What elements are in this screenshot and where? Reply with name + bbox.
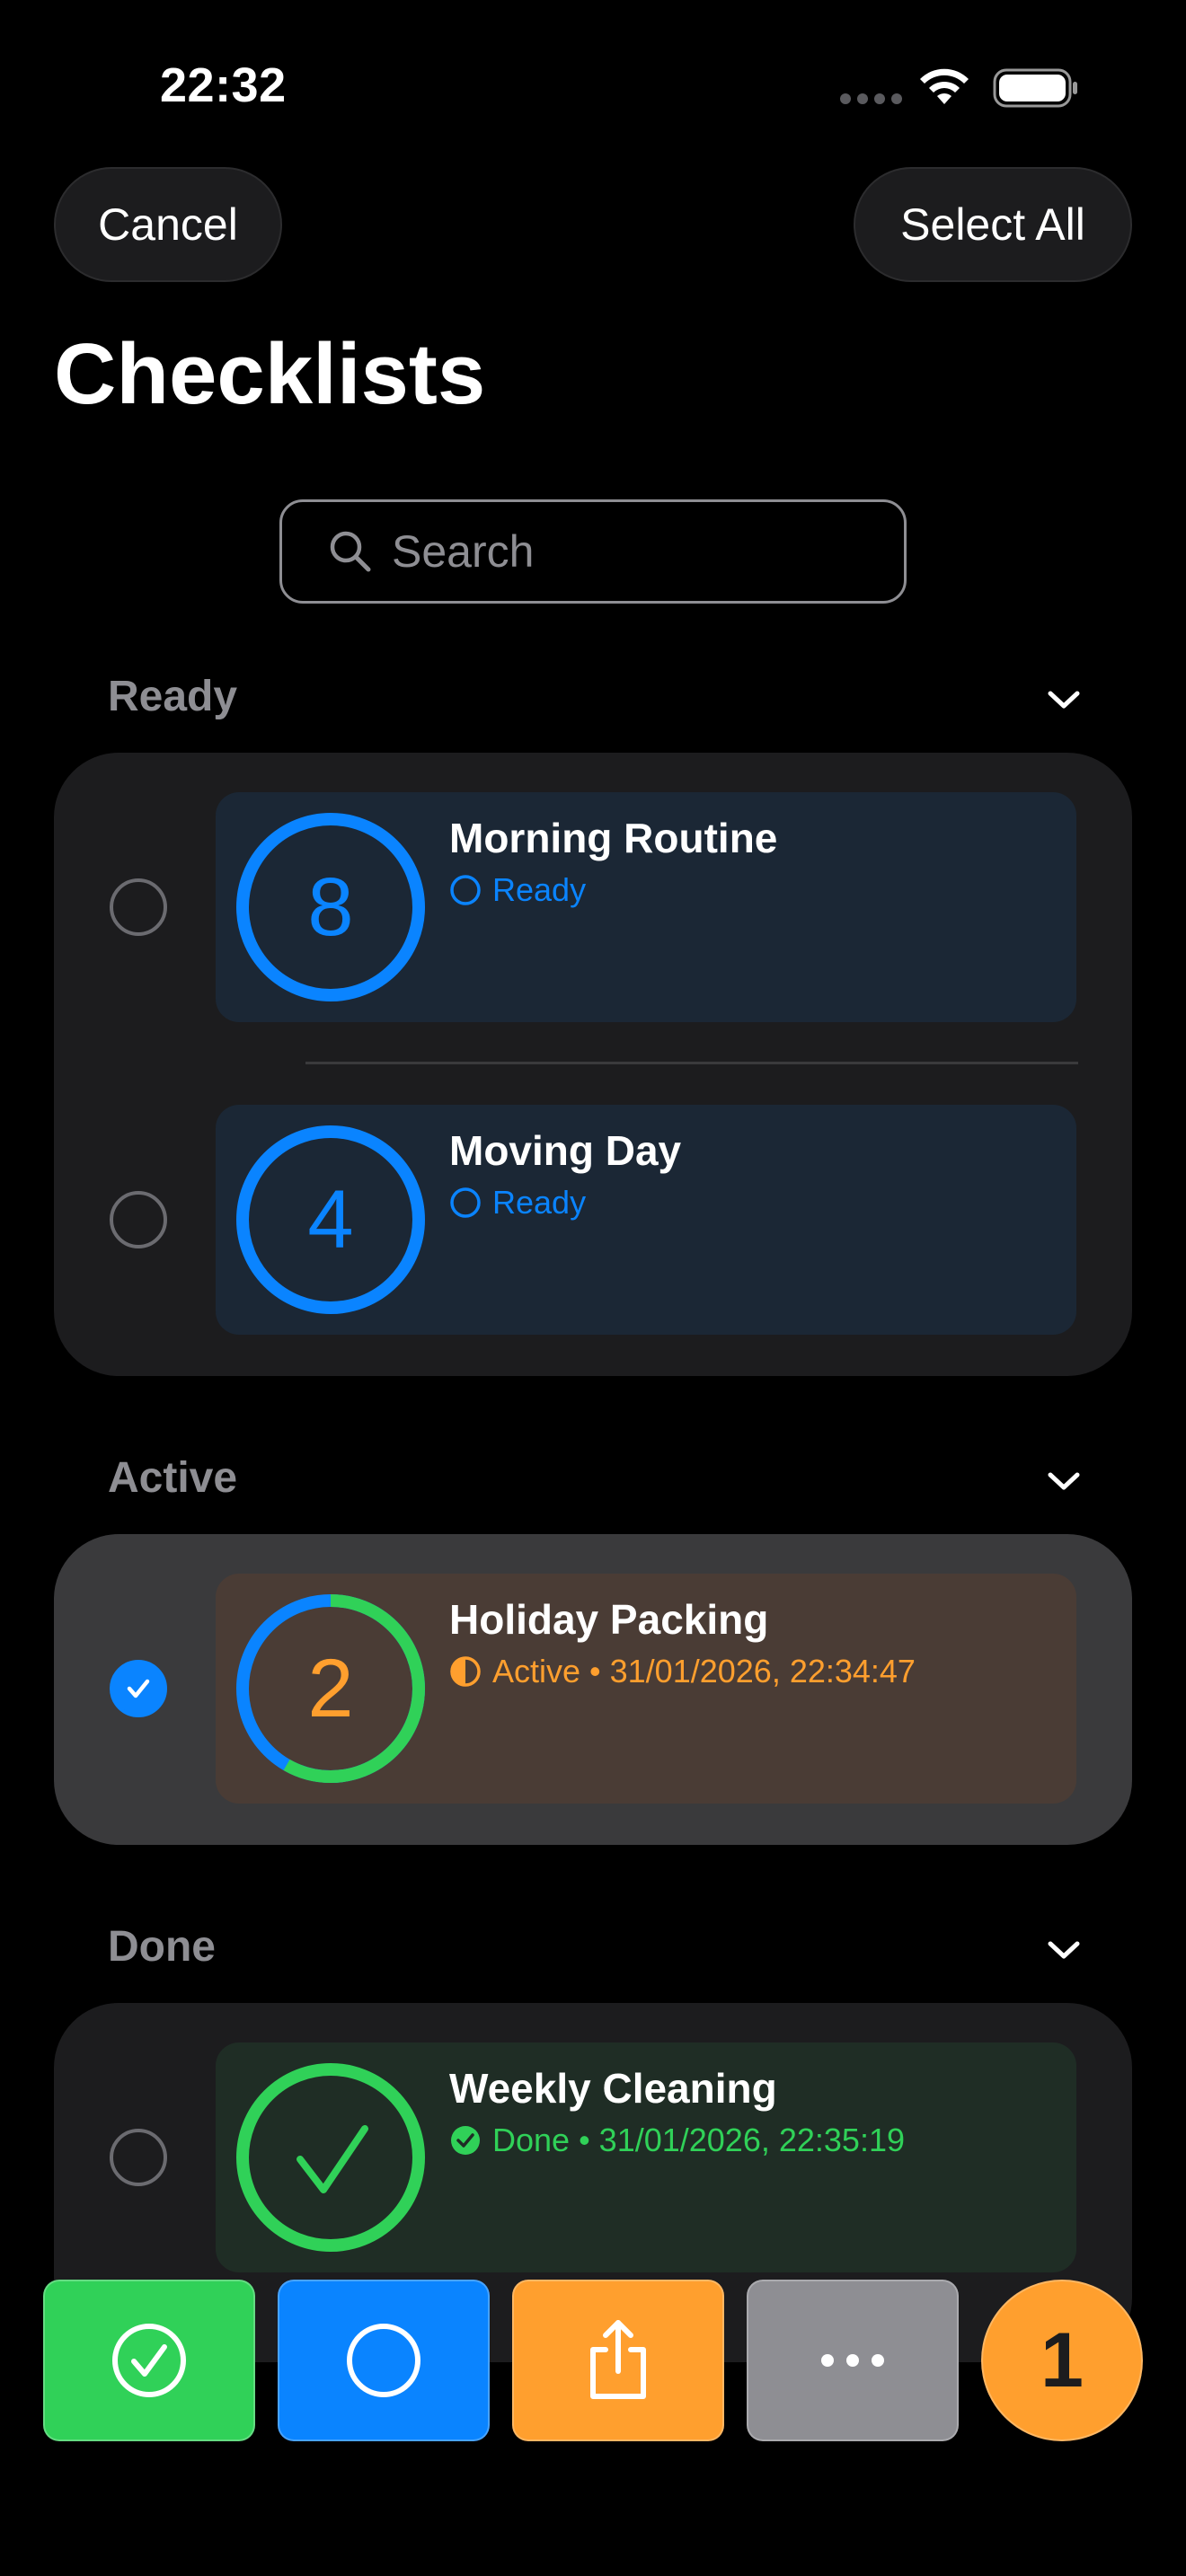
status-text: Ready: [492, 871, 587, 908]
select-radio-weekly-cleaning[interactable]: [110, 2129, 167, 2186]
mark-ready-button[interactable]: [278, 2280, 490, 2441]
cancel-button[interactable]: Cancel: [54, 167, 282, 282]
item-count: 2: [307, 1642, 354, 1734]
section-header-ready: Ready: [108, 673, 238, 720]
divider: [305, 1062, 1078, 1064]
select-radio-morning-routine[interactable]: [110, 878, 167, 936]
cellular-signal-icon: [840, 93, 902, 104]
select-radio-holiday-packing[interactable]: [110, 1660, 167, 1717]
battery-icon: [993, 68, 1077, 108]
section-header-active: Active: [108, 1454, 238, 1502]
progress-ring: 2: [235, 1593, 426, 1784]
status-text: Done • 31/01/2026, 22:35:19: [492, 2122, 905, 2158]
share-icon: [590, 2320, 646, 2399]
status-text: Active • 31/01/2026, 22:34:47: [492, 1653, 916, 1689]
status-text: Ready: [492, 1184, 587, 1221]
checklist-name: Holiday Packing: [449, 1596, 769, 1643]
section-header-done: Done: [108, 1923, 216, 1971]
ready-status-icon: [450, 1187, 481, 1218]
select-all-button[interactable]: Select All: [854, 167, 1132, 282]
search-placeholder: Search: [392, 526, 535, 577]
item-count: 8: [307, 860, 354, 953]
status-time: 22:32: [160, 58, 287, 112]
search-icon: [330, 531, 371, 572]
progress-ring: 4: [235, 1125, 426, 1315]
mark-done-button[interactable]: [43, 2280, 255, 2441]
checklist-name: Moving Day: [449, 1127, 682, 1174]
ellipsis-icon: [821, 2354, 884, 2367]
checkmark-icon: [127, 1679, 150, 1698]
checkmark-circle-fill-icon: [451, 2126, 480, 2155]
status-line: Ready: [449, 1184, 586, 1222]
status-line: Ready: [449, 871, 586, 909]
chevron-down-icon[interactable]: [1046, 1468, 1082, 1495]
select-radio-moving-day[interactable]: [110, 1191, 167, 1248]
progress-ring: [235, 2062, 426, 2253]
half-circle-icon: [450, 1656, 481, 1687]
status-line: Active • 31/01/2026, 22:34:47: [449, 1653, 916, 1690]
more-button[interactable]: [747, 2280, 959, 2441]
chevron-down-icon[interactable]: [1046, 686, 1082, 713]
ready-status-icon: [450, 875, 481, 905]
selected-count-badge[interactable]: 1: [981, 2280, 1143, 2441]
circle-icon: [347, 2324, 420, 2397]
checkmark-icon: [296, 2125, 368, 2193]
share-button[interactable]: [512, 2280, 724, 2441]
wifi-icon: [920, 68, 969, 104]
chevron-down-icon[interactable]: [1046, 1936, 1082, 1963]
checklist-name: Weekly Cleaning: [449, 2065, 777, 2112]
search-field[interactable]: Search: [279, 499, 907, 604]
page-title: Checklists: [54, 326, 486, 422]
checklist-name: Morning Routine: [449, 815, 778, 861]
status-line: Done • 31/01/2026, 22:35:19: [449, 2122, 905, 2159]
checkmark-circle-icon: [112, 2324, 186, 2397]
progress-ring: 8: [235, 812, 426, 1002]
item-count: 4: [307, 1173, 354, 1266]
